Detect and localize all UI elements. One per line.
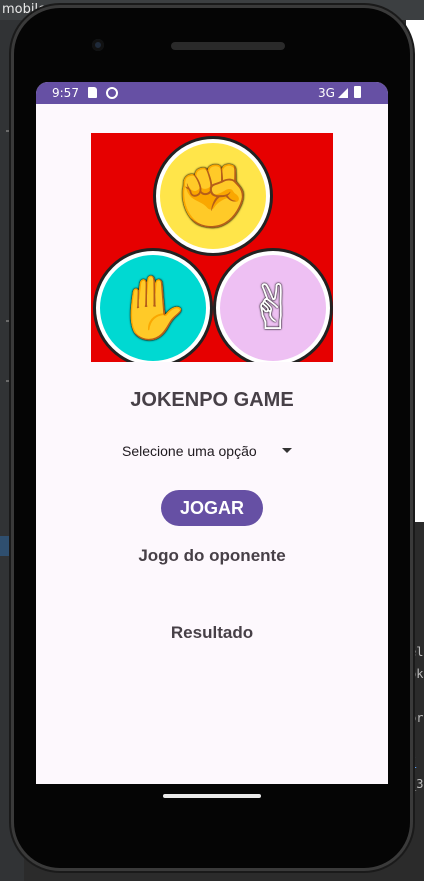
phone-screen: 9:57 3G ✊ ✋ ✌ JOKENPO GAME Selecione uma…: [36, 82, 388, 784]
ide-console-link[interactable]: I: [409, 755, 416, 769]
play-button[interactable]: JOGAR: [161, 490, 263, 526]
sync-icon: [106, 87, 118, 99]
status-time: 9:57: [52, 86, 79, 100]
spinner-selected-text: Selecione uma opção: [122, 443, 257, 459]
result-label: Resultado: [170, 623, 254, 642]
battery-icon: [354, 86, 361, 98]
home-gesture-bar[interactable]: [163, 794, 261, 798]
emulator-phone: 9:57 3G ✊ ✋ ✌ JOKENPO GAME Selecione uma…: [14, 8, 410, 868]
ide-console-line: ok: [409, 667, 424, 681]
ide-console-line: _3: [409, 777, 424, 791]
sd-card-icon: [88, 87, 97, 98]
network-type: 3G: [318, 86, 335, 100]
jokenpo-logo: ✊ ✋ ✌: [91, 133, 333, 362]
earpiece-speaker: [171, 42, 285, 50]
rock-hand-icon: ✊: [156, 139, 270, 253]
ide-console-line: or: [409, 711, 424, 725]
paper-hand-icon: ✋: [96, 251, 210, 362]
app-title: JOKENPO GAME: [130, 389, 294, 411]
opponent-move-label: Jogo do oponente: [138, 546, 286, 565]
scissors-hand-icon: ✌: [216, 251, 330, 362]
option-spinner[interactable]: Selecione uma opção: [122, 440, 302, 462]
front-camera: [92, 39, 104, 51]
status-bar: 9:57 3G: [36, 82, 388, 104]
dropdown-arrow-icon: [282, 448, 292, 453]
signal-icon: [338, 88, 348, 98]
ide-console-line: el: [409, 645, 424, 659]
